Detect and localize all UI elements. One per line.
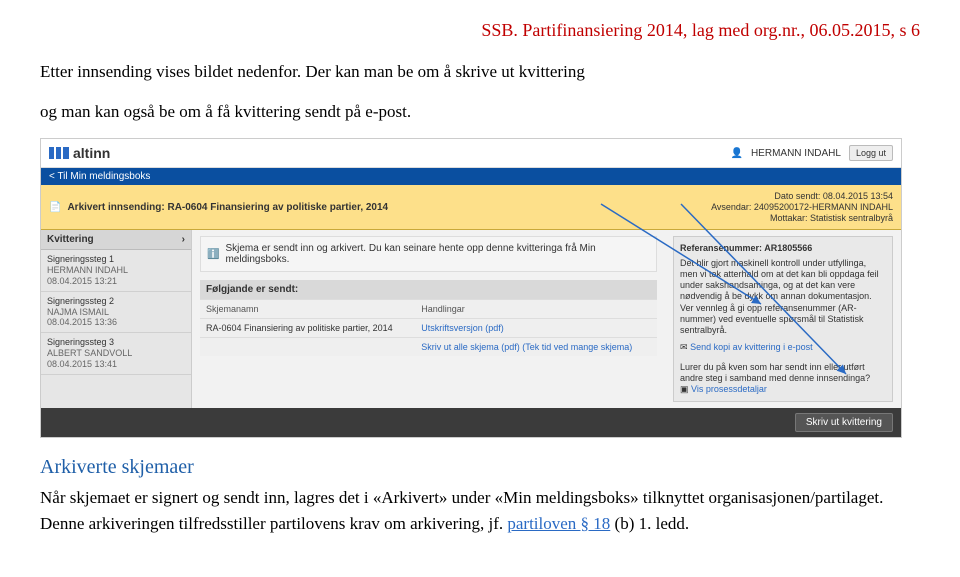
body-paragraph: Når skjemaet er signert og sendt inn, la… xyxy=(40,485,920,536)
user-icon: 👤 xyxy=(731,148,743,159)
signing-step-3[interactable]: Signeringssteg 3 ALBERT SANDVOLL 08.04.2… xyxy=(41,333,191,374)
signing-step-1[interactable]: Signeringssteg 1 HERMANN INDAHL 08.04.20… xyxy=(41,250,191,291)
altinn-screenshot: altinn 👤 HERMANN INDAHL Logg ut < Til Mi… xyxy=(40,138,902,438)
altinn-logo-text: altinn xyxy=(73,145,110,161)
intro-line-2: og man kan også be om å få kvittering se… xyxy=(40,99,920,125)
reference-body: Det blir gjort maskinell kontroll under … xyxy=(680,258,886,337)
table-row: RA-0604 Finansiering av politiske partie… xyxy=(200,319,657,338)
step-title: Signeringssteg 3 xyxy=(47,337,185,348)
step-ts: 08.04.2015 13:41 xyxy=(47,359,185,370)
step-title: Signeringssteg 1 xyxy=(47,254,185,265)
altinn-logo: altinn xyxy=(49,145,110,161)
step-name: NAJMA ISMAIL xyxy=(47,307,185,318)
username: HERMANN INDAHL xyxy=(751,148,841,159)
col-schema-name: Skjemanamn xyxy=(200,300,415,319)
step-ts: 08.04.2015 13:21 xyxy=(47,276,185,287)
partiloven-link[interactable]: partiloven § 18 xyxy=(507,514,610,533)
step-name: ALBERT SANDVOLL xyxy=(47,348,185,359)
page-header: SSB. Partifinansiering 2014, lag med org… xyxy=(40,20,920,41)
reference-number: Referansenummer: AR1805566 xyxy=(680,243,886,254)
archive-icon: 📄 xyxy=(49,202,61,213)
mail-icon: ✉ xyxy=(680,342,688,352)
section-title-archived: Arkiverte skjemaer xyxy=(40,456,920,479)
meta-receiver: Mottakar: Statistisk sentralbyrå xyxy=(711,213,893,224)
body-text-c: (b) 1. ledd. xyxy=(615,514,690,533)
plus-icon: ▣ xyxy=(680,384,689,394)
show-process-details-link[interactable]: Vis prosessdetaljar xyxy=(691,384,767,394)
send-copy-link[interactable]: Send kopi av kvittering i e-post xyxy=(690,342,813,352)
sent-header: Følgjande er sendt: xyxy=(200,280,657,299)
info-text: Skjema er sendt inn og arkivert. Du kan … xyxy=(225,243,650,265)
archive-title: Arkivert innsending: RA-0604 Finansierin… xyxy=(67,202,388,213)
step-name: HERMANN INDAHL xyxy=(47,265,185,276)
info-icon: ℹ️ xyxy=(207,249,219,260)
meta-sender: Avsendar: 24095200172-HERMANN INDAHL xyxy=(711,202,893,213)
intro-line-1: Etter innsending vises bildet nedenfor. … xyxy=(40,59,920,85)
signing-step-2[interactable]: Signeringssteg 2 NAJMA ISMAIL 08.04.2015… xyxy=(41,292,191,333)
altinn-logo-icon xyxy=(49,147,69,159)
schema-name-cell: RA-0604 Finansiering av politiske partie… xyxy=(200,319,415,338)
print-all-link[interactable]: Skriv ut alle skjema (pdf) (Tek tid ved … xyxy=(421,342,632,352)
body-text-a: Når skjemaet er signert og sendt inn, la… xyxy=(40,488,883,533)
step-ts: 08.04.2015 13:36 xyxy=(47,317,185,328)
col-actions: Handlingar xyxy=(415,300,657,319)
chevron-right-icon: › xyxy=(182,234,185,245)
logout-button[interactable]: Logg ut xyxy=(849,145,893,161)
step-title: Signeringssteg 2 xyxy=(47,296,185,307)
sidebar-title: Kvittering xyxy=(47,234,94,245)
back-to-inbox-link[interactable]: < Til Min meldingsboks xyxy=(41,168,901,185)
meta-sent: Dato sendt: 08.04.2015 13:54 xyxy=(711,191,893,202)
print-receipt-button[interactable]: Skriv ut kvittering xyxy=(795,413,893,432)
process-question: Lurer du på kven som har sendt inn eller… xyxy=(680,362,886,385)
print-version-link[interactable]: Utskriftsversjon (pdf) xyxy=(421,323,504,333)
